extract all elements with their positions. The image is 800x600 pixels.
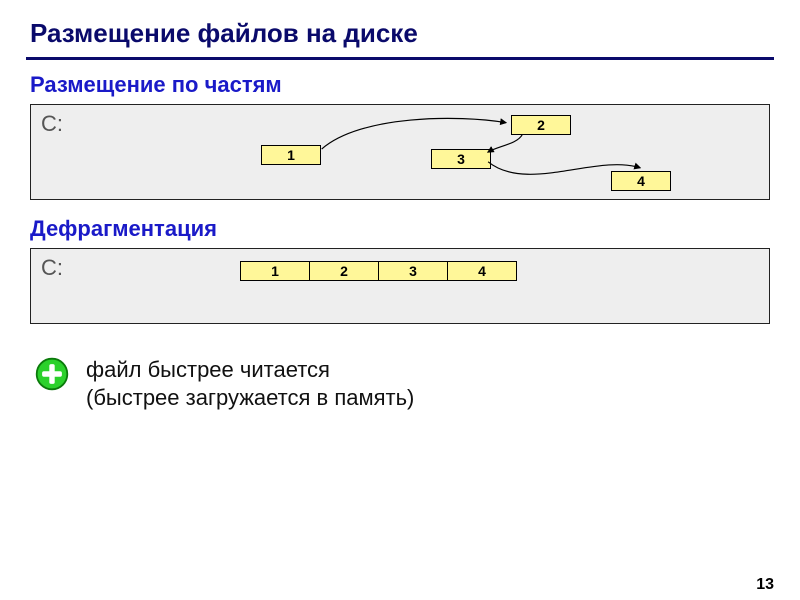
page-number: 13 [756,576,774,594]
note-line1: файл быстрее читается [86,356,414,384]
drive-label-2: C: [41,255,63,281]
block-2: 2 [511,115,571,135]
seq-block-2: 2 [309,261,379,281]
fragmented-panel: C: 1 2 3 4 [30,104,770,200]
block-3: 3 [431,149,491,169]
note-line2: (быстрее загружается в память) [86,384,414,412]
advantage-note: файл быстрее читается (быстрее загружает… [0,338,800,411]
seq-block-4: 4 [447,261,517,281]
title-divider [26,57,774,60]
sequential-blocks: 1 2 3 4 [241,261,517,281]
section-title-fragmented: Размещение по частям [0,70,800,104]
seq-block-3: 3 [378,261,448,281]
note-text: файл быстрее читается (быстрее загружает… [86,356,414,411]
block-1: 1 [261,145,321,165]
plus-icon [34,356,70,392]
defrag-panel: C: 1 2 3 4 [30,248,770,324]
block-4: 4 [611,171,671,191]
slide-title: Размещение файлов на диске [0,0,800,57]
section-title-defrag: Дефрагментация [0,214,800,248]
drive-label: C: [41,111,63,137]
seq-block-1: 1 [240,261,310,281]
